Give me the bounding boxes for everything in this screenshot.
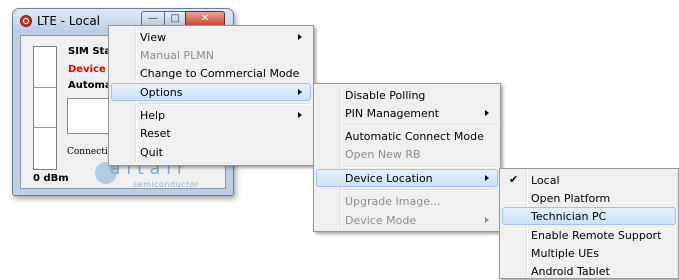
menu-item-enable-remote-support[interactable]: Enable Remote Support [502,226,676,244]
menu-item-label: Open Platform [531,192,611,205]
submenu-arrow-icon [298,34,302,40]
menu-item-upgrade-image[interactable]: Upgrade Image... [316,192,498,210]
checkmark-icon: ✔ [509,173,519,186]
menu-item-label: Disable Polling [345,89,426,102]
menu-item-label: Automatic Connect Mode [345,130,484,143]
submenu-arrow-icon [298,89,302,95]
menu-item-android-tablet[interactable]: Android Tablet [502,262,676,280]
menu-item-help[interactable]: Help [111,106,311,124]
menu-item-device-mode[interactable]: Device Mode [316,211,498,229]
window-title: LTE - Local [37,14,101,28]
menu-separator [343,166,497,168]
menu-item-multiple-ues[interactable]: Multiple UEs [502,244,676,262]
menu-item-label: Help [140,109,166,122]
submenu-arrow-icon [485,175,489,181]
signal-dbm-label: 0 dBm [33,173,69,184]
logo-subtitle: semiconductor [133,180,199,189]
menu-item-label: Android Tablet [531,265,610,278]
menu-item-label: Options [140,86,183,99]
menu-item-reset[interactable]: Reset [111,124,311,142]
menu-item-label: Local [531,174,560,187]
menu-item-device-location[interactable]: Device Location [316,169,498,187]
menu-item-label: View [140,31,167,44]
menu-item-disable-polling[interactable]: Disable Polling [316,86,498,104]
menu-item-options[interactable]: Options [111,83,311,101]
menu-item-quit[interactable]: Quit [111,143,311,161]
menu-item-label: Technician PC [531,210,607,223]
menu-item-change-to-commercial-mode[interactable]: Change to Commercial Mode [111,64,311,82]
menu-item-label: Change to Commercial Mode [140,67,300,80]
submenu-arrow-icon [298,112,302,118]
menu-item-open-new-rb[interactable]: Open New RB [316,145,498,163]
menu-item-label: Multiple UEs [531,247,599,260]
menu-item-pin-management[interactable]: PIN Management [316,104,498,122]
menu-item-label: Enable Remote Support [531,229,662,242]
altair-logo: altair semiconductor [95,159,219,190]
menu-separator [343,189,497,191]
menu-item-automatic-connect-mode[interactable]: Automatic Connect Mode [316,127,498,145]
app-icon [20,15,32,27]
menu-separator [343,124,497,126]
menu-item-label: Manual PLMN [140,49,214,62]
menu-item-open-platform[interactable]: Open Platform [502,189,676,207]
menu-item-view[interactable]: View [111,28,311,46]
main-context-menu: View Manual PLMN Change to Commercial Mode… [108,25,314,166]
signal-strength-meter [33,46,57,170]
submenu-arrow-icon [485,110,489,116]
menu-item-label: Upgrade Image... [345,195,441,208]
menu-item-label: Quit [140,146,163,159]
menu-item-label: Device Location [345,172,433,185]
menu-item-label: Reset [140,127,171,140]
menu-item-manual-plmn[interactable]: Manual PLMN [111,46,311,64]
menu-item-local[interactable]: ✔ Local [502,171,676,189]
device-location-submenu: ✔ Local Open Platform Technician PC Enable R… [499,168,679,279]
menu-item-label: Device Mode [345,214,417,227]
menu-item-label: Open New RB [345,148,421,161]
menu-separator [138,103,310,105]
menu-item-label: PIN Management [345,107,440,120]
submenu-arrow-icon [485,217,489,223]
menu-item-technician-pc[interactable]: Technician PC [502,207,676,225]
options-submenu: Disable Polling PIN Management Automatic C… [313,83,501,232]
